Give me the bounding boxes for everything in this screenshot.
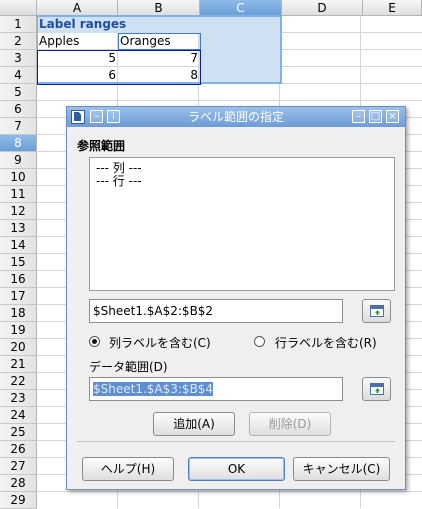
add-button[interactable]: 追加(A) bbox=[153, 412, 235, 436]
help-button[interactable]: ヘルプ(H) bbox=[82, 457, 174, 481]
row-header-13[interactable]: 13 bbox=[0, 220, 37, 237]
row-header-18[interactable]: 18 bbox=[0, 305, 37, 322]
cell-b3[interactable]: 7 bbox=[118, 50, 200, 67]
row-header-28[interactable]: 28 bbox=[0, 475, 37, 492]
row-header-8[interactable]: 8 bbox=[0, 135, 37, 152]
row-header-24[interactable]: 24 bbox=[0, 407, 37, 424]
row-header-29[interactable]: 29 bbox=[0, 492, 37, 509]
label-range-input[interactable]: $Sheet1.$A$2:$B$2 bbox=[89, 299, 343, 323]
row-header-10[interactable]: 10 bbox=[0, 169, 37, 186]
delete-button[interactable]: 削除(D) bbox=[249, 412, 331, 436]
cell-a1[interactable]: Label ranges bbox=[37, 16, 197, 33]
minimize-icon[interactable]: – bbox=[352, 110, 365, 123]
row-header-27[interactable]: 27 bbox=[0, 458, 37, 475]
row-header-21[interactable]: 21 bbox=[0, 356, 37, 373]
row-header-6[interactable]: 6 bbox=[0, 101, 37, 118]
row-header-16[interactable]: 16 bbox=[0, 271, 37, 288]
data-range-input[interactable]: $Sheet1.$A$3:$B$4 bbox=[89, 377, 343, 401]
row-header-19[interactable]: 19 bbox=[0, 322, 37, 339]
ok-button[interactable]: OK bbox=[188, 457, 285, 481]
data-range-label: データ範囲(D) bbox=[89, 360, 168, 374]
label-range-dialog: – ⁞ ラベル範囲の指定 – □ × 参照範囲 --- 列 --- --- 行 … bbox=[66, 106, 406, 490]
row-header-3[interactable]: 3 bbox=[0, 50, 37, 67]
row-header-12[interactable]: 12 bbox=[0, 203, 37, 220]
row-header-14[interactable]: 14 bbox=[0, 237, 37, 254]
column-header-a[interactable]: A bbox=[37, 0, 118, 16]
row-header-15[interactable]: 15 bbox=[0, 254, 37, 271]
row-header-1[interactable]: 1 bbox=[0, 16, 37, 33]
range-section-label: 参照範囲 bbox=[77, 139, 126, 153]
row-header-2[interactable]: 2 bbox=[0, 33, 37, 50]
shrink-range-icon bbox=[370, 383, 384, 395]
cell-a3[interactable]: 5 bbox=[37, 50, 118, 67]
column-header-d[interactable]: D bbox=[282, 0, 363, 16]
select-all-corner[interactable] bbox=[0, 0, 37, 16]
row-header-4[interactable]: 4 bbox=[0, 67, 37, 84]
radio-columns-button[interactable] bbox=[89, 336, 100, 347]
column-header-c[interactable]: C bbox=[200, 0, 282, 16]
radio-columns-label[interactable]: 列ラベルを含む(C) bbox=[109, 334, 211, 351]
divider bbox=[77, 441, 395, 442]
close-icon[interactable]: × bbox=[386, 110, 399, 123]
row-header-17[interactable]: 17 bbox=[0, 288, 37, 305]
row-header-7[interactable]: 7 bbox=[0, 118, 37, 135]
column-header-b[interactable]: B bbox=[118, 0, 200, 16]
cell-a4[interactable]: 6 bbox=[37, 67, 118, 84]
range-list[interactable]: --- 列 --- --- 行 --- bbox=[89, 157, 395, 291]
row-header-5[interactable]: 5 bbox=[0, 84, 37, 101]
row-header-9[interactable]: 9 bbox=[0, 152, 37, 169]
dialog-titlebar[interactable]: – ⁞ ラベル範囲の指定 – □ × bbox=[67, 107, 405, 127]
column-header-e[interactable]: E bbox=[363, 0, 422, 16]
cancel-button[interactable]: キャンセル(C) bbox=[293, 457, 390, 481]
row-header-22[interactable]: 22 bbox=[0, 373, 37, 390]
row-header-23[interactable]: 23 bbox=[0, 390, 37, 407]
radio-rows-button[interactable] bbox=[254, 336, 265, 347]
row-header-25[interactable]: 25 bbox=[0, 424, 37, 441]
shrink-range-icon bbox=[370, 305, 384, 317]
cell-b2[interactable]: Oranges bbox=[118, 33, 200, 50]
row-header-20[interactable]: 20 bbox=[0, 339, 37, 356]
list-item-rows[interactable]: --- 行 --- bbox=[96, 175, 142, 188]
cell-a2[interactable]: Apples bbox=[37, 33, 118, 50]
shrink-label-range-button[interactable] bbox=[362, 299, 391, 323]
row-header-11[interactable]: 11 bbox=[0, 186, 37, 203]
shrink-data-range-button[interactable] bbox=[362, 377, 391, 401]
radio-rows-label[interactable]: 行ラベルを含む(R) bbox=[275, 334, 377, 351]
cell-b4[interactable]: 8 bbox=[118, 67, 200, 84]
maximize-icon[interactable]: □ bbox=[369, 110, 382, 123]
row-header-26[interactable]: 26 bbox=[0, 441, 37, 458]
